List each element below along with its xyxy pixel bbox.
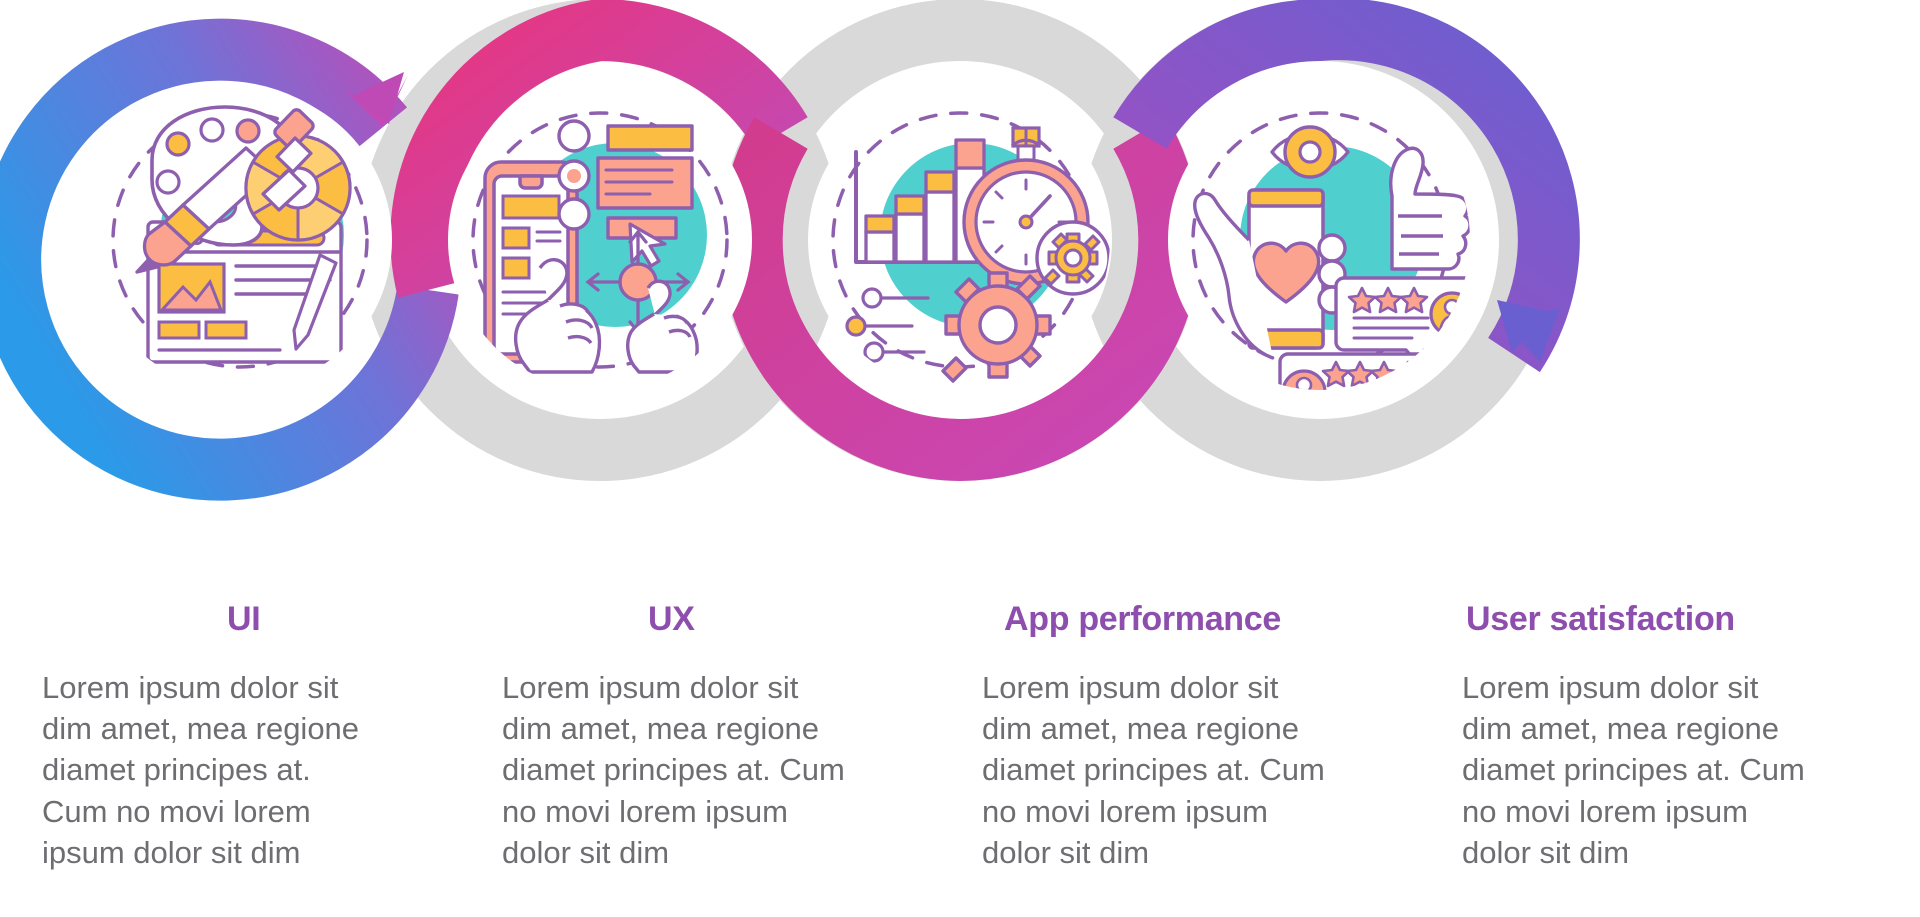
step-title-ux: UX <box>648 600 695 638</box>
step-panel-ux: UX Lorem ipsum dolor sit dim amet, mea r… <box>480 600 960 917</box>
step-body-user-satisfaction: Lorem ipsum dolor sit dim amet, mea regi… <box>1462 670 1805 870</box>
step-title-user-satisfaction: User satisfaction <box>1466 600 1735 638</box>
step-panel-app-performance: App performance Lorem ipsum dolor sit di… <box>960 600 1440 917</box>
step-text-panels: UI Lorem ipsum dolor sit dim amet, mea r… <box>0 600 1920 917</box>
step-title-app-performance: App performance <box>1004 600 1281 638</box>
infographic-canvas: UI Lorem ipsum dolor sit dim amet, mea r… <box>0 0 1920 917</box>
step-body-app-performance: Lorem ipsum dolor sit dim amet, mea regi… <box>982 670 1325 870</box>
step-panel-ui: UI Lorem ipsum dolor sit dim amet, mea r… <box>0 600 480 917</box>
step-title-ui: UI <box>227 600 261 638</box>
step-body-ui: Lorem ipsum dolor sit dim amet, mea regi… <box>42 670 360 870</box>
step-panel-user-satisfaction: User satisfaction Lorem ipsum dolor sit … <box>1440 600 1920 917</box>
step-body-ux: Lorem ipsum dolor sit dim amet, mea regi… <box>502 670 845 870</box>
